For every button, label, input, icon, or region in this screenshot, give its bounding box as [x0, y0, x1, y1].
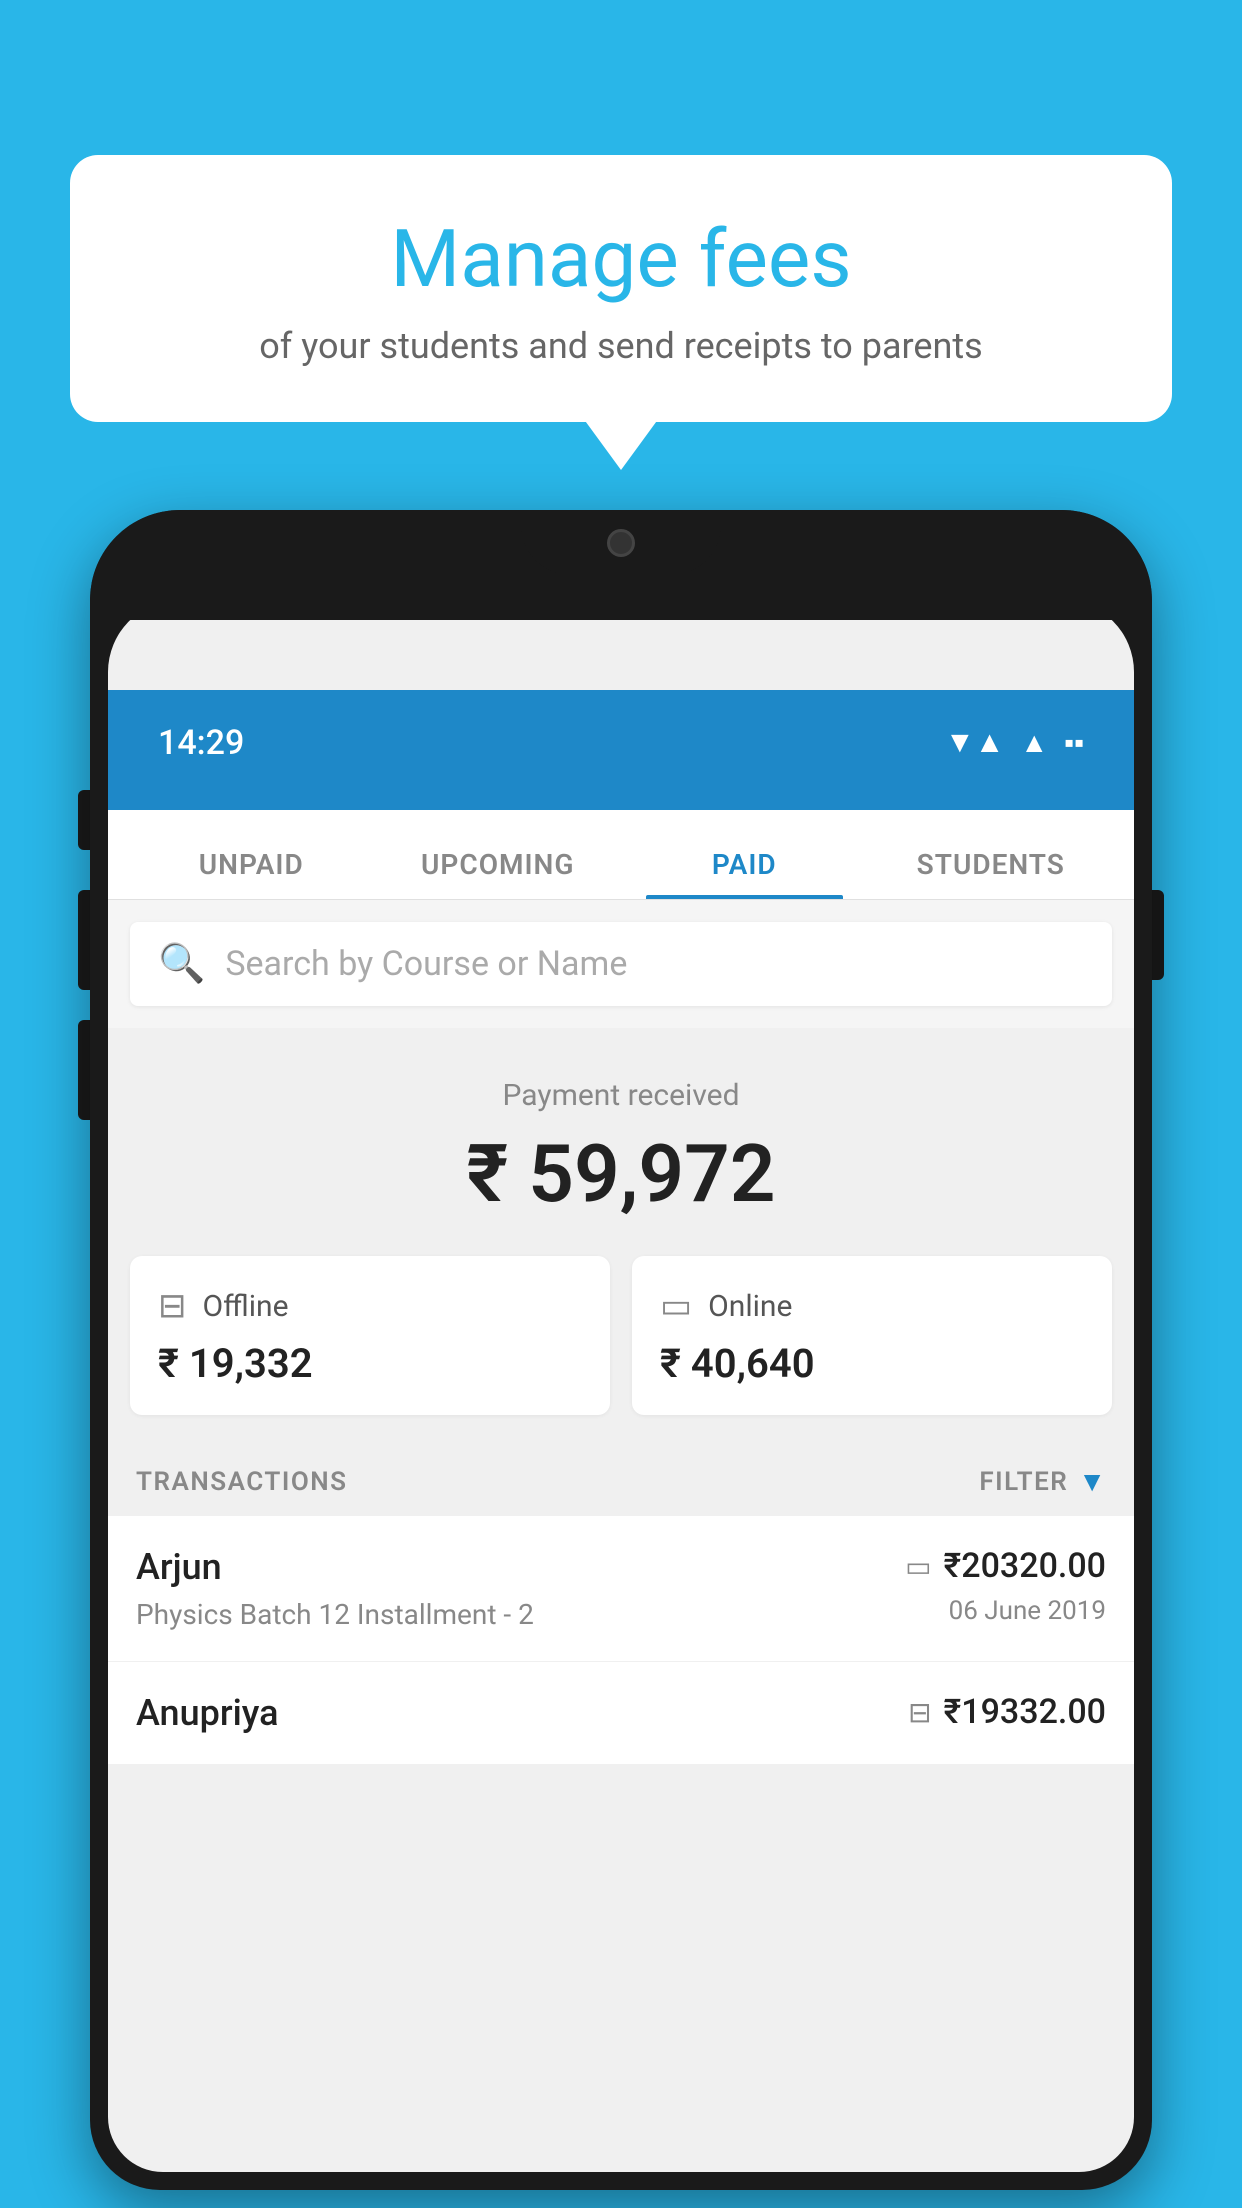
tab-upcoming[interactable]: UPCOMING [375, 848, 622, 899]
search-icon: 🔍 [158, 942, 205, 986]
search-box[interactable]: 🔍 Search by Course or Name [130, 922, 1112, 1006]
payment-received-section: Payment received ₹ 59,972 [108, 1028, 1134, 1256]
search-container: 🔍 Search by Course or Name [108, 900, 1134, 1028]
bubble-title: Manage fees [140, 215, 1102, 303]
wifi-icon: ▼▲ [945, 725, 1004, 760]
transaction-row[interactable]: Arjun Physics Batch 12 Installment - 2 ▭… [108, 1516, 1134, 1662]
bubble-subtitle: of your students and send receipts to pa… [140, 325, 1102, 367]
online-icon: ▭ [660, 1286, 692, 1326]
signal-icon: ▲ [1020, 726, 1048, 759]
transaction-right-2: ⊟ ₹19332.00 [908, 1692, 1106, 1732]
status-time: 14:29 [158, 723, 244, 763]
online-card-header: ▭ Online [660, 1286, 1084, 1326]
transaction-amount: ₹20320.00 [944, 1546, 1106, 1586]
tab-paid[interactable]: PAID [621, 848, 868, 899]
filter-button[interactable]: FILTER ▼ [979, 1465, 1106, 1498]
front-camera [607, 529, 635, 557]
phone-wrapper: 14:29 ▼▲ ▲ ▪▪ ← Payments ⚙ + UNPAID [90, 510, 1152, 2208]
tab-unpaid[interactable]: UNPAID [128, 848, 375, 899]
phone-shell: 14:29 ▼▲ ▲ ▪▪ ← Payments ⚙ + UNPAID [90, 510, 1152, 2190]
volume-down-button [78, 1020, 90, 1120]
online-card: ▭ Online ₹ 40,640 [632, 1256, 1112, 1415]
transaction-name: Arjun [136, 1546, 534, 1588]
transaction-row[interactable]: Anupriya ⊟ ₹19332.00 [108, 1662, 1134, 1765]
transactions-list: Arjun Physics Batch 12 Installment - 2 ▭… [108, 1516, 1134, 1765]
status-icons: ▼▲ ▲ ▪▪ [945, 725, 1084, 760]
transaction-left: Arjun Physics Batch 12 Installment - 2 [136, 1546, 534, 1631]
filter-label: FILTER [979, 1467, 1068, 1497]
notch-area [90, 510, 1152, 620]
tab-students[interactable]: STUDENTS [868, 848, 1115, 899]
transaction-left-2: Anupriya [136, 1692, 279, 1734]
notch [521, 510, 721, 575]
transactions-header: TRANSACTIONS FILTER ▼ [108, 1443, 1134, 1516]
cards-row: ⊟ Offline ₹ 19,332 ▭ Online ₹ 40,640 [108, 1256, 1134, 1443]
transaction-course: Physics Batch 12 Installment - 2 [136, 1598, 534, 1631]
mute-button [78, 790, 90, 850]
offline-card-header: ⊟ Offline [158, 1286, 582, 1326]
transaction-right: ▭ ₹20320.00 06 June 2019 [905, 1546, 1106, 1626]
offline-card: ⊟ Offline ₹ 19,332 [130, 1256, 610, 1415]
power-button [1152, 890, 1164, 980]
transaction-name-2: Anupriya [136, 1692, 279, 1734]
offline-label: Offline [203, 1289, 289, 1324]
transaction-date: 06 June 2019 [949, 1596, 1106, 1626]
volume-up-button [78, 890, 90, 990]
battery-icon: ▪▪ [1064, 726, 1084, 759]
transaction-amount-2: ₹19332.00 [944, 1692, 1106, 1732]
offline-payment-icon: ⊟ [908, 1696, 931, 1729]
offline-icon: ⊟ [158, 1286, 187, 1326]
status-bar: 14:29 ▼▲ ▲ ▪▪ [108, 690, 1134, 795]
online-label: Online [708, 1289, 792, 1324]
search-input[interactable]: Search by Course or Name [225, 944, 627, 984]
transactions-label: TRANSACTIONS [136, 1467, 348, 1497]
transaction-amount-row: ▭ ₹20320.00 [905, 1546, 1106, 1586]
app-screen: 14:29 ▼▲ ▲ ▪▪ ← Payments ⚙ + UNPAID [108, 600, 1134, 2172]
online-payment-icon: ▭ [905, 1550, 931, 1583]
speech-bubble: Manage fees of your students and send re… [70, 155, 1172, 422]
offline-amount: ₹ 19,332 [158, 1340, 582, 1387]
tabs-bar: UNPAID UPCOMING PAID STUDENTS [108, 810, 1134, 900]
payment-amount: ₹ 59,972 [138, 1127, 1104, 1221]
transaction-amount-row-2: ⊟ ₹19332.00 [908, 1692, 1106, 1732]
payment-received-label: Payment received [138, 1078, 1104, 1113]
filter-icon: ▼ [1078, 1465, 1106, 1498]
speech-bubble-container: Manage fees of your students and send re… [70, 155, 1172, 422]
online-amount: ₹ 40,640 [660, 1340, 1084, 1387]
